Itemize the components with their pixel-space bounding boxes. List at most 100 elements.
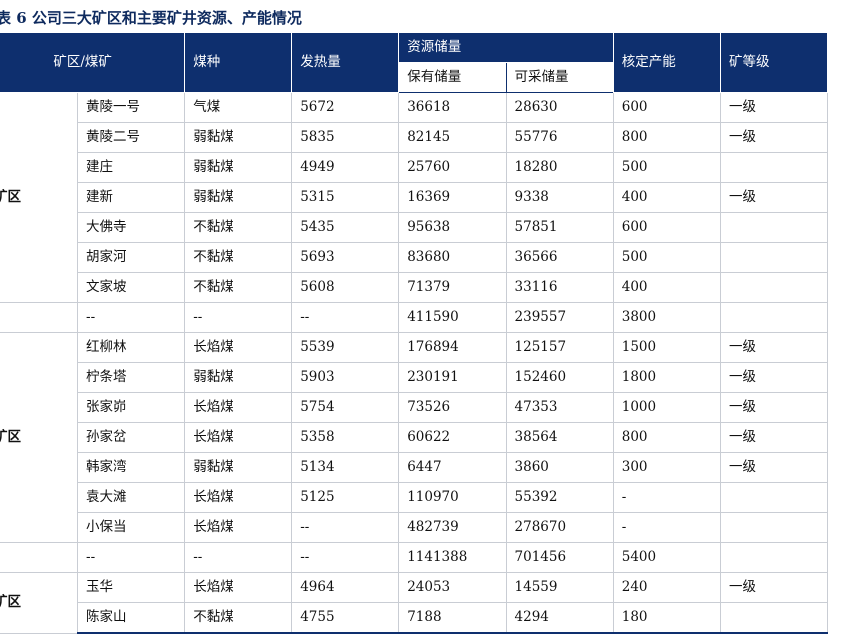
- cell-mineable: 33116: [506, 272, 614, 303]
- cell-mineable: 57851: [506, 212, 614, 243]
- cell-coal-type: 弱黏煤: [184, 182, 293, 213]
- cell-mineable: 18280: [506, 152, 614, 183]
- cell-heat: 4755: [291, 602, 400, 634]
- header-mineable: 可采储量: [505, 62, 614, 93]
- document-page: 表 6 公司三大矿区和主要矿井资源、产能情况 矿区/煤矿 煤种 发热量 资源储量…: [0, 0, 848, 634]
- table-row: 小保当 长焰煤 -- 482739 278670-: [0, 512, 829, 543]
- cell-mine: 胡家河: [77, 242, 186, 273]
- header-coal-type: 煤种: [184, 32, 293, 93]
- table-row: 黄矿区黄陵一号气煤56723661828630600一级: [0, 92, 829, 303]
- cell-coal-type: --: [184, 302, 293, 333]
- table-row: 建新 弱黏煤 5315 16369 9338 400 一级: [0, 182, 829, 213]
- cell-kept: 110970: [398, 482, 507, 513]
- table-row: 黄陵二号 弱黏煤 5835 82145 55776 800 一级: [0, 122, 829, 153]
- cell-heat: --: [291, 302, 400, 333]
- table-row: 北矿区红柳林长焰煤55391768941251571500一级: [0, 332, 829, 543]
- cell-grade: 一级: [720, 392, 829, 423]
- cell-kept: 83680: [398, 242, 507, 273]
- table-row: 孙家岔 长焰煤 5358 60622 38564 800 一级: [0, 422, 829, 453]
- cell-mine: 小保当: [77, 512, 186, 543]
- cell-capacity: 400: [613, 182, 721, 213]
- cell-grade: [720, 602, 829, 634]
- table-header: 矿区/煤矿 煤种 发热量 资源储量 核定产能 矿等级 保有储量 可采储量: [0, 32, 829, 93]
- cell-grade: [720, 242, 829, 273]
- subtotal-row: 计------4115902395573800: [0, 302, 829, 333]
- cell-grade: 一级: [720, 332, 829, 363]
- cell-grade: [720, 302, 829, 333]
- cell-mine: 张家峁: [77, 392, 186, 423]
- cell-mine: 红柳林: [77, 332, 186, 363]
- cell-heat: --: [291, 512, 400, 543]
- cell-capacity: 5400: [613, 542, 721, 573]
- cell-grade: 一级: [720, 362, 829, 393]
- cell-mine: 大佛寺: [77, 212, 186, 243]
- cell-heat: 5358: [291, 422, 400, 453]
- cell-mine: 韩家湾: [77, 452, 186, 483]
- cell-coal-type: 弱黏煤: [184, 362, 293, 393]
- cell-grade: [720, 272, 829, 303]
- table-body: 黄矿区黄陵一号气煤56723661828630600一级黄陵二号弱黏煤58358…: [0, 92, 829, 634]
- header-reserves: 资源储量: [398, 32, 614, 63]
- header-heat: 发热量: [291, 32, 400, 93]
- cell-mine: 陈家山: [77, 602, 186, 634]
- cell-heat: 5754: [291, 392, 400, 423]
- cell-heat: 4964: [291, 572, 400, 603]
- cell-mineable: 47353: [506, 392, 614, 423]
- cell-grade: 一级: [720, 572, 829, 603]
- cell-heat: 5539: [291, 332, 400, 363]
- cell-capacity: 1800: [613, 362, 721, 393]
- cell-coal-type: 长焰煤: [184, 572, 293, 603]
- subtotal-row: 计------11413887014565400: [0, 542, 829, 573]
- cell-capacity: 600: [613, 212, 721, 243]
- cell-kept: 25760: [398, 152, 507, 183]
- cell-coal-type: 气煤: [184, 92, 293, 123]
- cell-kept: 36618: [398, 92, 507, 123]
- cell-capacity: 1000: [613, 392, 721, 423]
- cell-mineable: 3860: [506, 452, 614, 483]
- table-row: 柠条塔 弱黏煤 5903 230191 152460 1800 一级: [0, 362, 829, 393]
- cell-grade: [720, 512, 829, 543]
- cell-grade: 一级: [720, 182, 829, 213]
- cell-mineable: 125157: [506, 332, 614, 363]
- cell-heat: 5903: [291, 362, 400, 393]
- cell-coal-type: 不黏煤: [184, 272, 293, 303]
- cell-capacity: 300: [613, 452, 721, 483]
- cell-heat: --: [291, 542, 400, 573]
- cell-heat: 4949: [291, 152, 400, 183]
- header-area: 矿区/煤矿: [0, 32, 186, 93]
- cell-mine: --: [77, 542, 186, 573]
- cell-kept: 1141388: [398, 542, 507, 573]
- cell-coal-type: 长焰煤: [184, 512, 293, 543]
- cell-mineable: 36566: [506, 242, 614, 273]
- cell-grade: 一级: [720, 122, 829, 153]
- cell-coal-type: 长焰煤: [184, 392, 293, 423]
- cell-kept: 7188: [398, 602, 507, 634]
- cell-heat: 5672: [291, 92, 400, 123]
- table-row: 文家坡 不黏煤 5608 71379 33116 400: [0, 272, 829, 303]
- cell-mineable: 55776: [506, 122, 614, 153]
- cell-coal-type: 不黏煤: [184, 242, 293, 273]
- cell-heat: 5134: [291, 452, 400, 483]
- table-caption: 表 6 公司三大矿区和主要矿井资源、产能情况: [0, 9, 302, 27]
- cell-capacity: 3800: [613, 302, 721, 333]
- cell-coal-type: 长焰煤: [184, 422, 293, 453]
- cell-kept: 6447: [398, 452, 507, 483]
- cell-heat: 5125: [291, 482, 400, 513]
- cell-heat: 5693: [291, 242, 400, 273]
- cell-coal-type: 不黏煤: [184, 602, 293, 634]
- cell-capacity: 240: [613, 572, 721, 603]
- cell-mineable: 14559: [506, 572, 614, 603]
- cell-coal-type: 弱黏煤: [184, 122, 293, 153]
- cell-kept: 16369: [398, 182, 507, 213]
- cell-mineable: 239557: [506, 302, 614, 333]
- cell-coal-type: 长焰煤: [184, 482, 293, 513]
- table-row: 胡家河 不黏煤 5693 83680 36566 500: [0, 242, 829, 273]
- cell-mine: 孙家岔: [77, 422, 186, 453]
- cell-kept: 176894: [398, 332, 507, 363]
- table-row: 张家峁 长焰煤 5754 73526 47353 1000 一级: [0, 392, 829, 423]
- cell-grade: [720, 542, 829, 573]
- header-grade: 矿等级: [719, 32, 829, 93]
- cell-kept: 411590: [398, 302, 507, 333]
- cell-capacity: 1500: [613, 332, 721, 363]
- cell-kept: 73526: [398, 392, 507, 423]
